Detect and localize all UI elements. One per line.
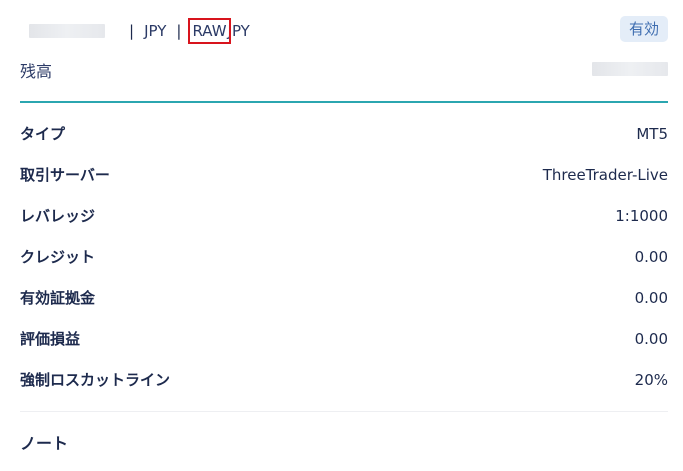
detail-label: 強制ロスカットライン <box>20 371 171 389</box>
detail-label: 評価損益 <box>20 330 81 348</box>
detail-row-equity: 有効証拠金 0.00 <box>20 277 668 318</box>
detail-label: 有効証拠金 <box>20 289 96 307</box>
detail-row-credit: クレジット 0.00 <box>20 236 668 277</box>
detail-row-floating-pl: 評価損益 0.00 <box>20 318 668 359</box>
detail-label: 取引サーバー <box>20 166 110 184</box>
detail-value: 20% <box>634 370 668 389</box>
detail-row-stop-out: 強制ロスカットライン 20% <box>20 359 668 400</box>
note-divider <box>20 411 668 412</box>
detail-row-type: タイプ MT5 <box>20 113 668 154</box>
status-badge: 有効 <box>619 16 668 42</box>
account-type-prefix: RAW <box>192 22 227 40</box>
balance-label: 残高 <box>20 62 53 81</box>
detail-value: 0.00 <box>634 329 668 348</box>
separator: | <box>129 22 135 40</box>
account-header: | JPY | RAW JPY 有効 <box>20 14 668 44</box>
redacted-balance-value <box>592 62 668 76</box>
detail-row-server: 取引サーバー ThreeTrader-Live <box>20 154 668 195</box>
separator: | <box>176 22 182 40</box>
account-type-suffix: JPY <box>227 22 250 40</box>
account-details-list: タイプ MT5 取引サーバー ThreeTrader-Live レバレッジ 1:… <box>20 113 668 400</box>
detail-value: 0.00 <box>634 247 668 266</box>
account-type-highlight: RAW <box>188 18 231 44</box>
detail-value: MT5 <box>636 124 668 143</box>
section-divider <box>20 101 668 103</box>
detail-value: 0.00 <box>634 288 668 307</box>
detail-label: レバレッジ <box>20 207 96 225</box>
balance-row: 残高 <box>20 56 668 82</box>
account-currency: JPY <box>144 22 167 40</box>
detail-value: 1:1000 <box>615 206 668 225</box>
detail-label: クレジット <box>20 248 96 266</box>
redacted-account-number <box>29 24 105 38</box>
detail-row-leverage: レバレッジ 1:1000 <box>20 195 668 236</box>
detail-value: ThreeTrader-Live <box>542 165 668 184</box>
detail-label: タイプ <box>20 125 66 143</box>
account-title-line: | JPY | RAW JPY <box>29 18 250 44</box>
account-card: | JPY | RAW JPY 有効 残高 タイプ MT5 取引サーバー Thre… <box>20 0 668 471</box>
note-label: ノート <box>20 434 69 453</box>
